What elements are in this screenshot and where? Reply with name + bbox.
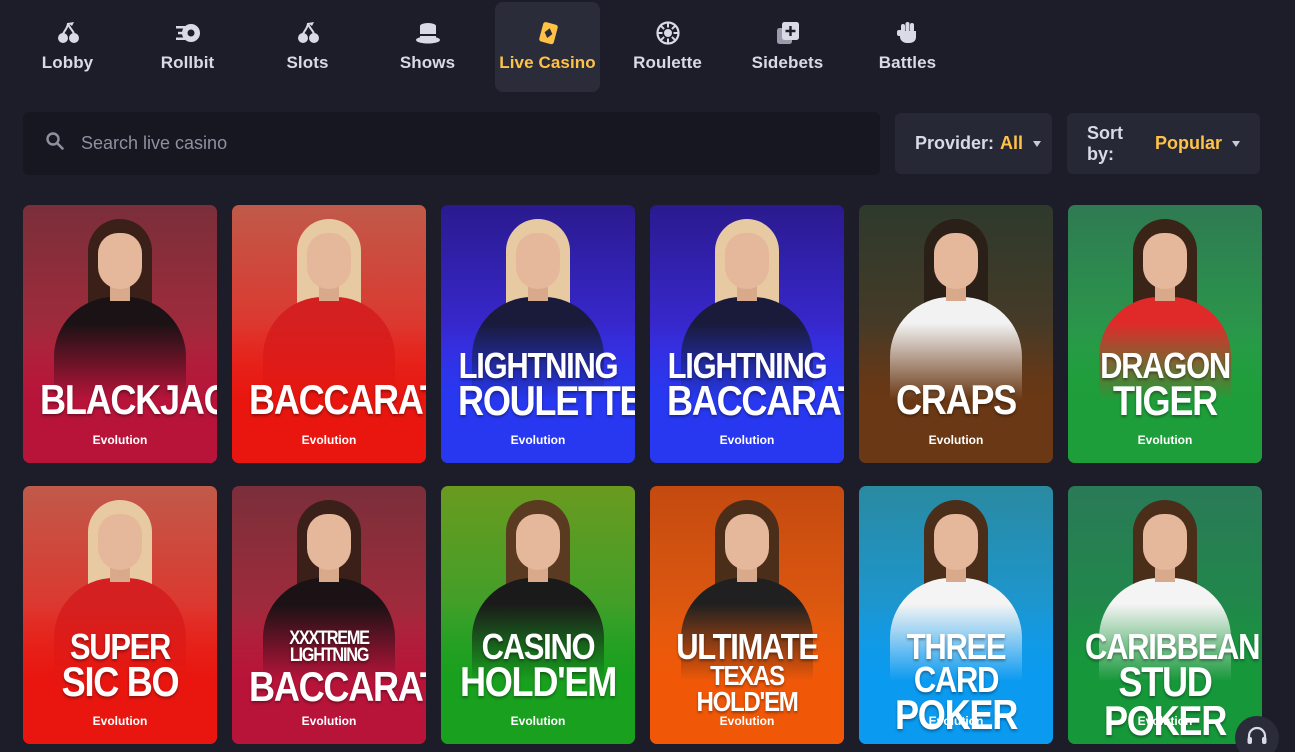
game-title: Lightning Baccarat — [667, 347, 844, 425]
game-title: XXXtreme Lightning Baccarat — [249, 628, 426, 710]
nav-label: Roulette — [633, 53, 702, 72]
game-provider: Evolution — [719, 433, 775, 447]
nav-item-live-casino[interactable]: Live Casino — [495, 2, 600, 92]
chevron-down-icon — [1033, 140, 1042, 147]
cherries-icon — [294, 19, 322, 47]
game-card-caribbean-stud-poker[interactable]: Caribbean Stud Poker Evolution — [1068, 486, 1262, 744]
provider-value: All — [1000, 133, 1024, 153]
game-title-line1: Blackjack — [40, 376, 217, 423]
sort-value: Popular — [1154, 133, 1222, 153]
game-title-line2: Hold'em — [459, 658, 617, 706]
nav-label: Lobby — [41, 53, 94, 72]
game-title: Casino Hold'em — [458, 628, 618, 706]
playing-card-icon — [534, 19, 562, 47]
nav-label: Shows — [399, 53, 456, 72]
game-provider: Evolution — [92, 433, 148, 447]
nav-item-sidebets[interactable]: Sidebets — [735, 2, 840, 92]
provider-label: Provider: — [915, 133, 995, 153]
game-provider: Evolution — [510, 714, 566, 728]
game-title: Super Sic Bo — [40, 628, 200, 706]
game-title-line1: Craps — [896, 376, 1017, 423]
nav-item-roulette[interactable]: Roulette — [615, 2, 720, 92]
game-title-line1: Three Card — [906, 626, 1007, 701]
game-card-lightning-roulette[interactable]: Lightning Roulette Evolution — [441, 205, 635, 463]
support-button[interactable] — [1235, 716, 1279, 752]
top-hat-icon — [414, 19, 442, 47]
game-card-craps[interactable]: Craps Evolution — [859, 205, 1053, 463]
game-provider: Evolution — [1137, 714, 1193, 728]
nav-label: Sidebets — [751, 53, 824, 72]
game-card-xxxtreme-lightning-baccarat[interactable]: XXXtreme Lightning Baccarat Evolution — [232, 486, 426, 744]
game-provider: Evolution — [928, 714, 984, 728]
game-title-line2: Tiger — [1113, 377, 1218, 425]
nav-item-shows[interactable]: Shows — [375, 2, 480, 92]
game-title-line2: Texas Hold'em — [696, 660, 798, 717]
nav-item-rollbit[interactable]: Rollbit — [135, 2, 240, 92]
game-grid: Blackjack Evolution Baccarat Evolution — [23, 205, 1262, 744]
game-title-line2: Roulette — [458, 377, 635, 425]
game-title-line1: Baccarat — [249, 376, 426, 423]
game-card-baccarat[interactable]: Baccarat Evolution — [232, 205, 426, 463]
game-title: Lightning Roulette — [458, 347, 635, 425]
search-icon — [45, 131, 65, 156]
provider-dropdown[interactable]: Provider: All — [895, 113, 1052, 174]
game-card-casino-hold-em[interactable]: Casino Hold'em Evolution — [441, 486, 635, 744]
game-card-dragon-tiger[interactable]: Dragon Tiger Evolution — [1068, 205, 1262, 463]
game-title: Blackjack — [40, 376, 217, 423]
nav-label: Rollbit — [160, 53, 215, 72]
game-card-super-sic-bo[interactable]: Super Sic Bo Evolution — [23, 486, 217, 744]
game-title-line1: XXXtreme Lightning — [289, 628, 370, 667]
game-provider: Evolution — [301, 714, 357, 728]
search-bar — [23, 112, 880, 175]
nav-label: Battles — [878, 53, 937, 72]
nav-label: Live Casino — [499, 53, 596, 72]
headset-icon — [1245, 724, 1269, 752]
game-title: Ultimate Texas Hold'em — [667, 626, 827, 717]
cherries-icon — [54, 19, 82, 47]
game-provider: Evolution — [92, 714, 148, 728]
game-title: Baccarat — [249, 376, 426, 423]
game-title-line1: Ultimate — [676, 626, 819, 667]
game-provider: Evolution — [719, 714, 775, 728]
nav-label: Slots — [286, 53, 329, 72]
rollbit-logo-icon — [174, 19, 202, 47]
plus-cards-icon — [774, 19, 802, 47]
game-card-lightning-baccarat[interactable]: Lightning Baccarat Evolution — [650, 205, 844, 463]
game-card-blackjack[interactable]: Blackjack Evolution — [23, 205, 217, 463]
top-nav: Lobby Rollbit Slots Shows Live Casino Ro… — [15, 2, 975, 92]
game-title: Craps — [876, 376, 1036, 423]
game-card-ultimate-texas-hold-em[interactable]: Ultimate Texas Hold'em Evolution — [650, 486, 844, 744]
game-provider: Evolution — [510, 433, 566, 447]
game-title: Dragon Tiger — [1085, 347, 1245, 425]
game-title-line2: Sic Bo — [61, 658, 180, 706]
nav-item-lobby[interactable]: Lobby — [15, 2, 120, 92]
game-provider: Evolution — [301, 433, 357, 447]
roulette-wheel-icon — [654, 19, 682, 47]
game-title-line2: Stud Poker — [1103, 658, 1227, 744]
nav-item-battles[interactable]: Battles — [855, 2, 960, 92]
nav-item-slots[interactable]: Slots — [255, 2, 360, 92]
game-title-line2: Baccarat — [249, 662, 426, 710]
sort-label: Sort by: — [1087, 122, 1123, 164]
game-card-three-card-poker[interactable]: Three Card Poker Evolution — [859, 486, 1053, 744]
game-provider: Evolution — [1137, 433, 1193, 447]
fist-icon — [894, 19, 922, 47]
game-provider: Evolution — [928, 433, 984, 447]
chevron-down-icon — [1232, 140, 1240, 147]
sort-dropdown[interactable]: Sort by: Popular — [1067, 113, 1260, 174]
game-title-line2: Baccarat — [667, 377, 844, 425]
search-input[interactable] — [81, 133, 781, 154]
